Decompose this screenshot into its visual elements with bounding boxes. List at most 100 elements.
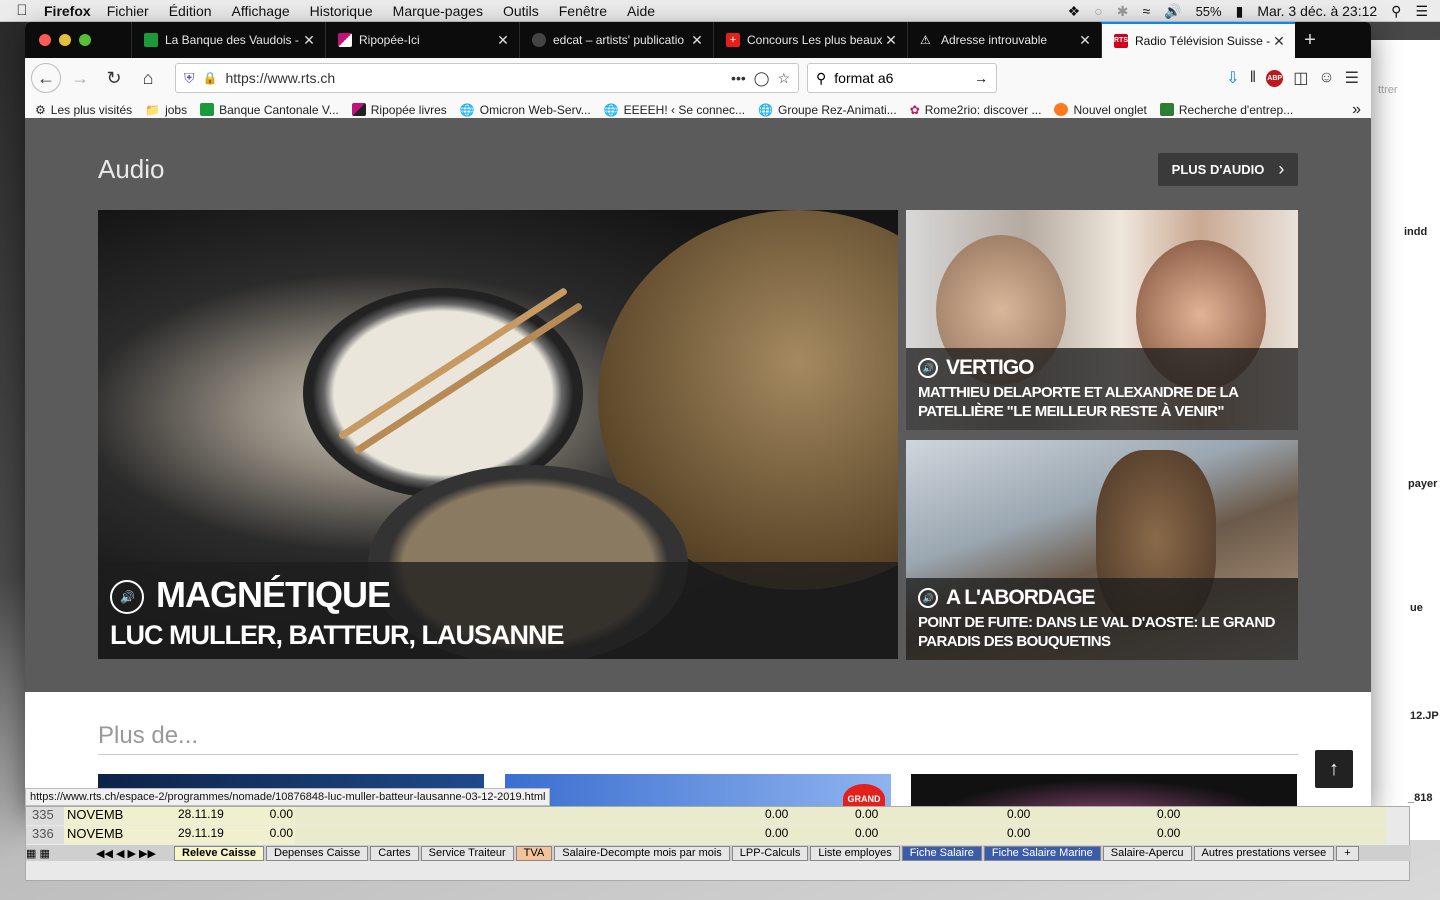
bookmark-recherche[interactable]: Recherche d'entrep... xyxy=(1159,103,1293,117)
bookmark-groupe-rez[interactable]: 🌐 Groupe Rez-Animati... xyxy=(758,103,897,117)
cell-month[interactable]: NOVEMB xyxy=(64,807,160,825)
tracking-shield-icon[interactable]: ⛨ xyxy=(184,70,195,87)
bookmark-star-icon[interactable]: ☆ xyxy=(777,70,790,87)
cell-value[interactable]: 0.00 xyxy=(855,807,878,821)
reload-button[interactable]: ↻ xyxy=(99,63,129,93)
notification-center-icon[interactable]: ☰ xyxy=(1415,3,1428,20)
bookmark-most-visited[interactable]: ⚙ Les plus visités xyxy=(35,103,132,117)
apple-menu-icon[interactable]:  xyxy=(0,2,44,19)
sheet-tab[interactable]: Salaire-Apercu xyxy=(1102,845,1192,861)
lock-icon[interactable]: 🔒 xyxy=(203,71,218,85)
sheet-tab[interactable]: LPP-Calculs xyxy=(731,845,809,861)
spotlight-icon[interactable]: ⚲ xyxy=(1391,3,1401,20)
bookmark-omicron[interactable]: 🌐 Omicron Web-Serv... xyxy=(460,103,591,117)
battery-icon[interactable]: ▮ xyxy=(1236,3,1244,20)
more-thumb[interactable]: GRAND xyxy=(505,774,891,806)
bookmark-jobs[interactable]: 📁 jobs xyxy=(145,103,187,117)
menu-affichage[interactable]: Affichage xyxy=(232,3,290,19)
downloads-icon[interactable]: ⇩ xyxy=(1226,68,1239,88)
adblock-icon[interactable]: ABP xyxy=(1266,69,1284,87)
wifi-icon[interactable]: ≈ xyxy=(1142,3,1150,19)
sheet-tab[interactable]: Service Traiteur xyxy=(420,845,514,861)
tab-banque-vaudois[interactable]: La Banque des Vaudois - ✕ xyxy=(131,22,325,58)
zoom-window-button[interactable] xyxy=(79,34,91,46)
notification-icon[interactable]: ○ xyxy=(1094,3,1102,19)
cell-value[interactable]: 0.00 xyxy=(240,807,295,825)
cell-month[interactable]: NOVEMB xyxy=(64,826,160,844)
sheet-row[interactable]: 335 NOVEMB 28.11.19 0.00 0.00 0.00 0.00 … xyxy=(26,807,1386,825)
sheet-tab[interactable]: Depenses Caisse xyxy=(266,845,369,861)
close-window-button[interactable] xyxy=(39,34,51,46)
close-tab-icon[interactable]: ✕ xyxy=(301,32,317,49)
hamburger-menu-icon[interactable]: ☰ xyxy=(1345,68,1359,88)
close-tab-icon[interactable]: ✕ xyxy=(689,32,705,49)
cell-date[interactable]: 29.11.19 xyxy=(160,826,240,844)
battery-percent[interactable]: 55% xyxy=(1196,4,1222,19)
sheet-tab[interactable]: Cartes xyxy=(370,845,419,861)
sheet-tab[interactable]: Releve Caisse xyxy=(174,845,264,861)
menu-historique[interactable]: Historique xyxy=(310,3,373,19)
cell-value[interactable]: 0.00 xyxy=(765,807,788,821)
tab-adresse-introuvable[interactable]: ⚠ Adresse introuvable ✕ xyxy=(907,22,1101,58)
cell-range[interactable]: 0.00 0.00 0.00 0.00 xyxy=(295,807,1386,825)
back-button[interactable]: ← xyxy=(31,63,61,93)
more-audio-button[interactable]: PLUS D'AUDIO › xyxy=(1158,153,1298,186)
cell-value[interactable]: 0.00 xyxy=(1157,807,1180,821)
tab-ripopee[interactable]: Ripopée-Ici ✕ xyxy=(325,22,519,58)
library-icon[interactable]: ‖ xyxy=(1250,69,1257,87)
sheet-tab[interactable]: Liste employes xyxy=(810,845,900,861)
sheet-tab[interactable]: Autres prestations versee xyxy=(1193,845,1335,861)
clock[interactable]: Mar. 3 déc. à 23:12 xyxy=(1257,3,1377,19)
home-button[interactable]: ⌂ xyxy=(133,63,163,93)
view-mode-icons[interactable]: ▦ ▦ xyxy=(26,847,96,860)
forward-button[interactable]: → xyxy=(65,63,95,93)
bookmark-banque-cantonale[interactable]: Banque Cantonale V... xyxy=(200,103,339,117)
audio-card-main[interactable]: 🔊 MAGNÉTIQUE LUC MULLER, BATTEUR, LAUSANN… xyxy=(98,210,898,659)
url-bar[interactable]: ⛨ 🔒 https://www.rts.ch ••• ◯ ☆ xyxy=(175,63,799,93)
cell-range[interactable]: 0.00 0.00 0.00 0.00 xyxy=(295,826,1386,844)
menu-outils[interactable]: Outils xyxy=(503,3,539,19)
audio-card-vertigo[interactable]: 🔊 VERTIGO MATTHIEU DELAPORTE ET ALEXANDRE… xyxy=(906,210,1298,430)
cell-value[interactable]: 0.00 xyxy=(855,826,878,840)
search-bar[interactable]: ⚲ format a6 → xyxy=(807,63,997,93)
sidebar-icon[interactable]: ◫ xyxy=(1293,68,1308,88)
menu-fichier[interactable]: Fichier xyxy=(107,3,149,19)
search-go-icon[interactable]: → xyxy=(974,70,988,86)
chevron-more-icon[interactable]: » xyxy=(1352,101,1361,119)
tab-rts[interactable]: RTS Radio Télévision Suisse - ✕ xyxy=(1101,22,1295,58)
bookmark-rome2rio[interactable]: ✿ Rome2rio: discover ... xyxy=(910,103,1042,117)
sheet-tab[interactable]: Fiche Salaire Marine xyxy=(983,845,1101,861)
cell-value[interactable]: 0.00 xyxy=(765,826,788,840)
sheet-tab[interactable]: Salaire-Decompte mois par mois xyxy=(554,845,730,861)
minimize-window-button[interactable] xyxy=(59,34,71,46)
search-input[interactable]: format a6 xyxy=(834,70,966,86)
bookmark-eeeeh[interactable]: 🌐 EEEEH! ‹ Se connec... xyxy=(604,103,745,117)
close-tab-icon[interactable]: ✕ xyxy=(495,32,511,49)
tab-edcat[interactable]: edcat – artists' publicatio ✕ xyxy=(519,22,713,58)
add-sheet-button[interactable]: + xyxy=(1336,845,1359,861)
menu-app-name[interactable]: Firefox xyxy=(44,3,91,19)
audio-card-abordage[interactable]: 🔊 A L'ABORDAGE POINT DE FUITE: DANS LE VA… xyxy=(906,440,1298,660)
url-text[interactable]: https://www.rts.ch xyxy=(225,70,723,86)
page-actions-icon[interactable]: ••• xyxy=(731,70,746,86)
close-tab-icon[interactable]: ✕ xyxy=(1077,32,1093,49)
menu-fenetre[interactable]: Fenêtre xyxy=(559,3,607,19)
menu-edition[interactable]: Édition xyxy=(169,3,212,19)
menu-aide[interactable]: Aide xyxy=(627,3,655,19)
cell-value[interactable]: 0.00 xyxy=(1157,826,1180,840)
bookmark-ripopee-livres[interactable]: Ripopée livres xyxy=(351,103,447,117)
pocket-icon[interactable]: ◯ xyxy=(754,70,770,87)
sheet-tab[interactable]: TVA xyxy=(515,845,553,861)
volume-icon[interactable]: 🔊 xyxy=(1164,3,1181,20)
bookmark-new-tab[interactable]: Nouvel onglet xyxy=(1054,103,1147,117)
bluetooth-icon[interactable]: ✱ xyxy=(1117,3,1129,20)
cell-date[interactable]: 28.11.19 xyxy=(160,807,240,825)
sheet-row[interactable]: 336 NOVEMB 29.11.19 0.00 0.00 0.00 0.00 … xyxy=(26,826,1386,844)
more-thumb[interactable] xyxy=(911,774,1297,806)
new-tab-button[interactable]: + xyxy=(1295,29,1325,52)
sheet-nav-arrows[interactable]: ◀◀ ◀ ▶ ▶▶ xyxy=(96,847,174,860)
tab-concours[interactable]: + Concours Les plus beaux ✕ xyxy=(713,22,907,58)
close-tab-icon[interactable]: ✕ xyxy=(1271,33,1287,50)
cell-value[interactable]: 0.00 xyxy=(1007,826,1030,840)
sheet-tab[interactable]: Fiche Salaire xyxy=(901,845,982,861)
